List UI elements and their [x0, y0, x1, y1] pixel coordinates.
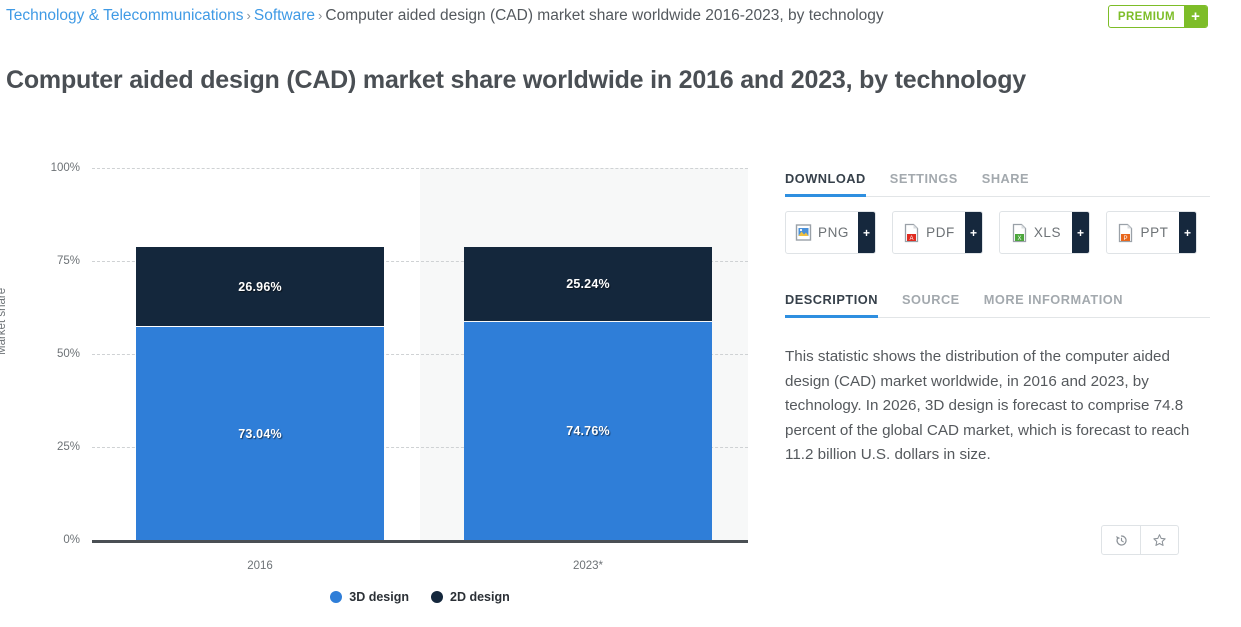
bar-label-3d-2023: 74.76%	[566, 424, 610, 438]
tab-description[interactable]: DESCRIPTION	[785, 292, 878, 318]
chart-legend: 3D design 2D design	[92, 590, 748, 604]
download-buttons: PNG + A PDF + X XLS + P PPT +	[785, 211, 1210, 254]
png-file-icon	[795, 223, 812, 243]
tab-source[interactable]: SOURCE	[902, 292, 960, 318]
download-xls-plus-icon[interactable]: +	[1072, 212, 1089, 253]
breadcrumb: Technology & Telecommunications › Software…	[6, 4, 884, 28]
x-axis-line	[92, 540, 748, 543]
legend-swatch-icon	[431, 591, 443, 603]
favorite-button[interactable]	[1140, 526, 1178, 554]
legend-label-3d: 3D design	[349, 590, 409, 604]
premium-plus-icon[interactable]: +	[1184, 6, 1207, 27]
download-pdf-plus-icon[interactable]: +	[965, 212, 982, 253]
breadcrumb-link-industry[interactable]: Technology & Telecommunications	[6, 7, 244, 24]
download-tabbar: DOWNLOAD SETTINGS SHARE	[785, 163, 1210, 197]
statistic-page: Technology & Telecommunications › Software…	[0, 0, 1241, 627]
tab-settings[interactable]: SETTINGS	[890, 171, 958, 197]
premium-badge[interactable]: PREMIUM +	[1107, 5, 1208, 28]
download-pdf-button[interactable]: A PDF +	[892, 211, 983, 254]
star-icon	[1153, 533, 1166, 546]
download-ppt-label: PPT	[1140, 225, 1169, 240]
bar-2023[interactable]: 25.24% 74.76%	[464, 247, 712, 540]
bar-segment-3d-2016[interactable]: 73.04%	[136, 327, 384, 540]
bar-2016[interactable]: 26.96% 73.04%	[136, 247, 384, 540]
xls-file-icon: X	[1011, 223, 1028, 243]
svg-text:A: A	[910, 236, 914, 242]
history-icon	[1115, 534, 1127, 546]
description-text: This statistic shows the distribution of…	[785, 348, 1190, 463]
tab-more-information[interactable]: MORE INFORMATION	[984, 292, 1123, 318]
download-xls-label: XLS	[1033, 225, 1062, 240]
legend-item-2d[interactable]: 2D design	[431, 590, 510, 604]
y-tick: 75%	[56, 255, 80, 267]
y-tick: 25%	[56, 441, 80, 453]
bar-label-2d-2016: 26.96%	[238, 279, 282, 294]
download-pdf-label: PDF	[926, 225, 955, 240]
svg-text:X: X	[1017, 236, 1021, 242]
breadcrumb-separator: ›	[318, 8, 323, 23]
tab-share[interactable]: SHARE	[982, 171, 1029, 197]
legend-label-2d: 2D design	[450, 590, 510, 604]
page-title: Computer aided design (CAD) market share…	[6, 65, 1026, 94]
download-ppt-button[interactable]: P PPT +	[1106, 211, 1197, 254]
x-tick-2016: 2016	[247, 560, 273, 572]
download-ppt-plus-icon[interactable]: +	[1179, 212, 1196, 253]
download-png-plus-icon[interactable]: +	[858, 212, 875, 253]
svg-text:P: P	[1124, 236, 1128, 242]
gridline-100	[92, 168, 748, 169]
y-axis-ticks: 0% 25% 50% 75% 100%	[0, 162, 86, 546]
bar-segment-3d-2023[interactable]: 74.76%	[464, 322, 712, 540]
legend-swatch-icon	[330, 591, 343, 603]
breadcrumb-separator: ›	[246, 8, 251, 23]
bar-label-3d-2016: 73.04%	[238, 426, 282, 441]
bar-segment-2d-2023[interactable]: 25.24%	[464, 247, 712, 321]
x-tick-2023: 2023*	[572, 560, 604, 572]
download-xls-button[interactable]: X XLS +	[999, 211, 1090, 254]
history-button[interactable]	[1102, 526, 1140, 554]
y-tick: 50%	[56, 348, 80, 360]
bar-label-2d-2023: 25.24%	[566, 277, 610, 291]
breadcrumb-link-category[interactable]: Software	[254, 7, 315, 24]
side-panel: DOWNLOAD SETTINGS SHARE PNG + A PDF + X …	[785, 163, 1210, 555]
y-tick: 100%	[50, 162, 80, 174]
tab-download[interactable]: DOWNLOAD	[785, 171, 866, 197]
download-png-label: PNG	[817, 225, 850, 240]
plot-area: 26.96% 73.04% 25.24% 74.76% 2016 2023*	[92, 168, 748, 572]
download-png-button[interactable]: PNG +	[785, 211, 876, 254]
info-tabbar: DESCRIPTION SOURCE MORE INFORMATION	[785, 284, 1210, 318]
y-tick: 0%	[63, 534, 80, 546]
panel-actions	[1101, 525, 1179, 555]
bar-segment-2d-2016[interactable]: 26.96%	[136, 247, 384, 326]
chart-container: Market share 0% 25% 50% 75% 100% 26.96% …	[0, 160, 770, 620]
ppt-file-icon: P	[1117, 223, 1134, 243]
premium-label: PREMIUM	[1117, 10, 1175, 23]
breadcrumb-current: Computer aided design (CAD) market share…	[325, 7, 884, 24]
pdf-file-icon: A	[903, 223, 920, 243]
legend-item-3d[interactable]: 3D design	[330, 590, 409, 604]
